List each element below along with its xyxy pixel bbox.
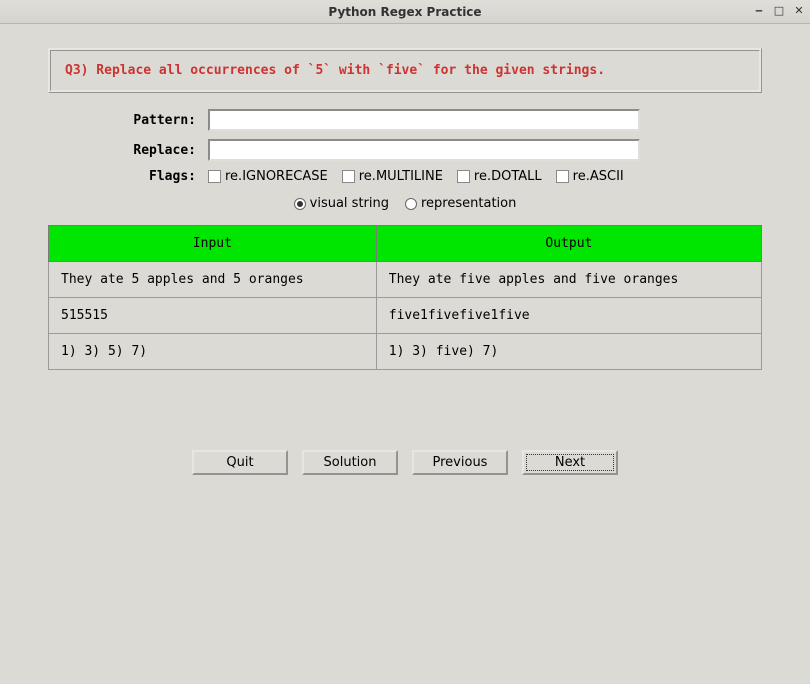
window-controls: ‒ □ ✕ <box>752 3 806 17</box>
next-button[interactable]: Next <box>522 450 618 475</box>
replace-label: Replace: <box>108 143 208 158</box>
flag-dotall[interactable]: re.DOTALL <box>457 169 542 184</box>
window-title: Python Regex Practice <box>328 5 481 19</box>
cell-output: 1) 3) five) 7) <box>376 334 761 370</box>
table-row: They ate 5 apples and 5 oranges They ate… <box>49 262 762 298</box>
radio-label: visual string <box>310 196 389 211</box>
flag-label: re.ASCII <box>573 169 624 184</box>
table-header-row: Input Output <box>49 226 762 262</box>
minimize-icon[interactable]: ‒ <box>752 3 766 17</box>
flag-label: re.DOTALL <box>474 169 542 184</box>
io-table: Input Output They ate 5 apples and 5 ora… <box>48 225 762 370</box>
cell-input: They ate 5 apples and 5 oranges <box>49 262 377 298</box>
cell-output: They ate five apples and five oranges <box>376 262 761 298</box>
pattern-input[interactable] <box>208 109 640 131</box>
replace-input[interactable] <box>208 139 640 161</box>
question-box: Q3) Replace all occurrences of `5` with … <box>48 48 762 93</box>
cell-input: 515515 <box>49 298 377 334</box>
flags-group: re.IGNORECASE re.MULTILINE re.DOTALL re.… <box>208 169 624 184</box>
column-header-input: Input <box>49 226 377 262</box>
checkbox-icon <box>556 170 569 183</box>
flag-label: re.MULTILINE <box>359 169 443 184</box>
pattern-row: Pattern: <box>48 109 762 131</box>
cell-input: 1) 3) 5) 7) <box>49 334 377 370</box>
solution-button[interactable]: Solution <box>302 450 398 475</box>
pattern-label: Pattern: <box>108 113 208 128</box>
titlebar: Python Regex Practice ‒ □ ✕ <box>0 0 810 24</box>
quit-button[interactable]: Quit <box>192 450 288 475</box>
display-mode-row: visual string representation <box>48 196 762 211</box>
checkbox-icon <box>342 170 355 183</box>
column-header-output: Output <box>376 226 761 262</box>
question-text: Q3) Replace all occurrences of `5` with … <box>65 63 605 78</box>
content-area: Q3) Replace all occurrences of `5` with … <box>0 24 810 499</box>
button-row: Quit Solution Previous Next <box>48 450 762 475</box>
previous-button[interactable]: Previous <box>412 450 508 475</box>
radio-visual-string[interactable]: visual string <box>294 196 389 211</box>
cell-output: five1fivefive1five <box>376 298 761 334</box>
checkbox-icon <box>208 170 221 183</box>
radio-representation[interactable]: representation <box>405 196 516 211</box>
flag-ascii[interactable]: re.ASCII <box>556 169 624 184</box>
maximize-icon[interactable]: □ <box>772 3 786 17</box>
flag-label: re.IGNORECASE <box>225 169 328 184</box>
table-row: 515515 five1fivefive1five <box>49 298 762 334</box>
flags-label: Flags: <box>108 169 208 184</box>
flags-row: Flags: re.IGNORECASE re.MULTILINE re.DOT… <box>48 169 762 184</box>
table-row: 1) 3) 5) 7) 1) 3) five) 7) <box>49 334 762 370</box>
flag-ignorecase[interactable]: re.IGNORECASE <box>208 169 328 184</box>
radio-icon <box>405 198 417 210</box>
flag-multiline[interactable]: re.MULTILINE <box>342 169 443 184</box>
close-icon[interactable]: ✕ <box>792 3 806 17</box>
radio-icon <box>294 198 306 210</box>
checkbox-icon <box>457 170 470 183</box>
radio-label: representation <box>421 196 516 211</box>
replace-row: Replace: <box>48 139 762 161</box>
